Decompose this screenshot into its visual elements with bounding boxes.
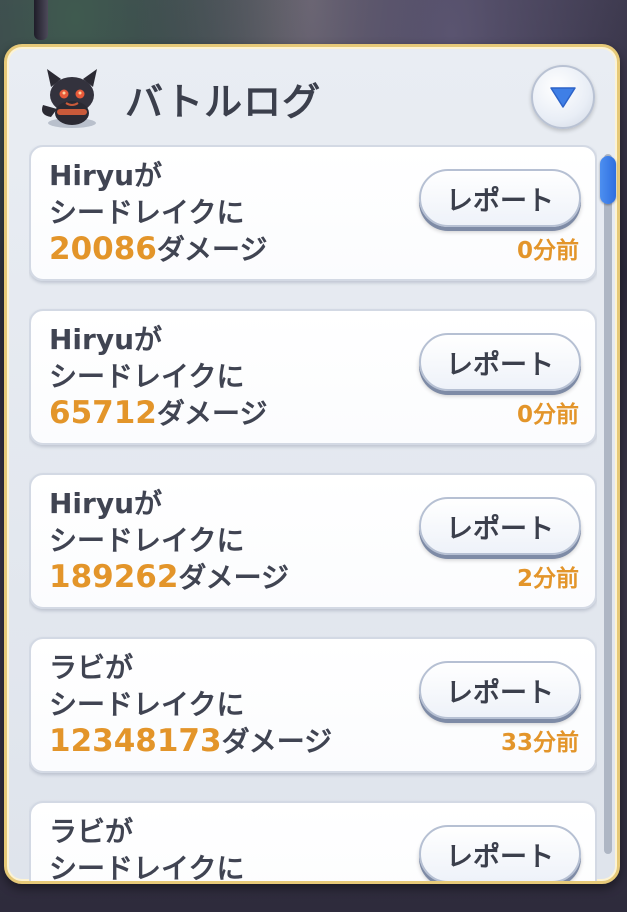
panel-title: バトルログ [125, 80, 322, 124]
target-line: シードレイクに [49, 196, 245, 229]
attacker-line: ラビが [49, 815, 134, 848]
report-button[interactable]: レポート [419, 497, 581, 555]
attacker-line: Hiryuが [49, 487, 163, 520]
collapse-button[interactable] [531, 65, 595, 129]
target-line: シードレイクに [49, 688, 245, 721]
black-cat-mascot-icon [42, 69, 97, 128]
log-entry: ラビが シードレイクに レポート [29, 801, 597, 884]
damage-line: 65712ダメージ [49, 395, 267, 432]
log-entry: Hiryuが シードレイクに 189262ダメージ レポート 2分前 [29, 473, 597, 609]
damage-value: 12348173 [49, 723, 222, 759]
triangle-down-icon [550, 87, 576, 108]
report-button[interactable]: レポート [419, 661, 581, 719]
damage-line: 20086ダメージ [49, 231, 267, 268]
log-entry: ラビが シードレイクに 12348173ダメージ レポート 33分前 [29, 637, 597, 773]
damage-line: 189262ダメージ [49, 559, 289, 596]
target-line: シードレイクに [49, 360, 245, 393]
scrollbar-track[interactable] [600, 154, 616, 854]
report-button[interactable]: レポート [419, 825, 581, 881]
log-entry-text: Hiryuが シードレイクに 20086ダメージ [49, 157, 267, 268]
backdrop-pillar [34, 0, 48, 40]
damage-suffix: ダメージ [156, 397, 268, 430]
attacker-line: Hiryuが [49, 323, 163, 356]
battle-log-panel: バトルログ Hiryuが シードレイクに 20086ダメージ レポート 0分前 … [4, 44, 620, 884]
time-ago: 0分前 [516, 238, 579, 264]
damage-value: 20086 [49, 231, 157, 267]
attacker-line: Hiryuが [49, 159, 163, 192]
damage-suffix: ダメージ [156, 233, 268, 266]
target-line: シードレイクに [49, 852, 245, 884]
log-entry-text: Hiryuが シードレイクに 65712ダメージ [49, 321, 267, 432]
panel-header: バトルログ [7, 47, 617, 147]
damage-value: 189262 [49, 559, 179, 595]
time-ago: 0分前 [516, 402, 579, 428]
battle-log-list[interactable]: Hiryuが シードレイクに 20086ダメージ レポート 0分前 Hiryuが… [29, 145, 597, 884]
damage-line: 12348173ダメージ [49, 723, 332, 760]
report-button[interactable]: レポート [419, 333, 581, 391]
target-line: シードレイクに [49, 524, 245, 557]
time-ago: 2分前 [516, 566, 579, 592]
log-entry-text: Hiryuが シードレイクに 189262ダメージ [49, 485, 289, 596]
damage-value: 65712 [49, 395, 157, 431]
log-entry-text: ラビが シードレイクに [49, 813, 245, 884]
damage-suffix: ダメージ [221, 725, 333, 758]
log-entry-text: ラビが シードレイクに 12348173ダメージ [49, 649, 332, 760]
report-button[interactable]: レポート [419, 169, 581, 227]
attacker-line: ラビが [49, 651, 134, 684]
scrollbar-thumb[interactable] [600, 156, 616, 204]
damage-suffix: ダメージ [178, 561, 290, 594]
time-ago: 33分前 [500, 730, 579, 756]
log-entry: Hiryuが シードレイクに 65712ダメージ レポート 0分前 [29, 309, 597, 445]
log-entry: Hiryuが シードレイクに 20086ダメージ レポート 0分前 [29, 145, 597, 281]
